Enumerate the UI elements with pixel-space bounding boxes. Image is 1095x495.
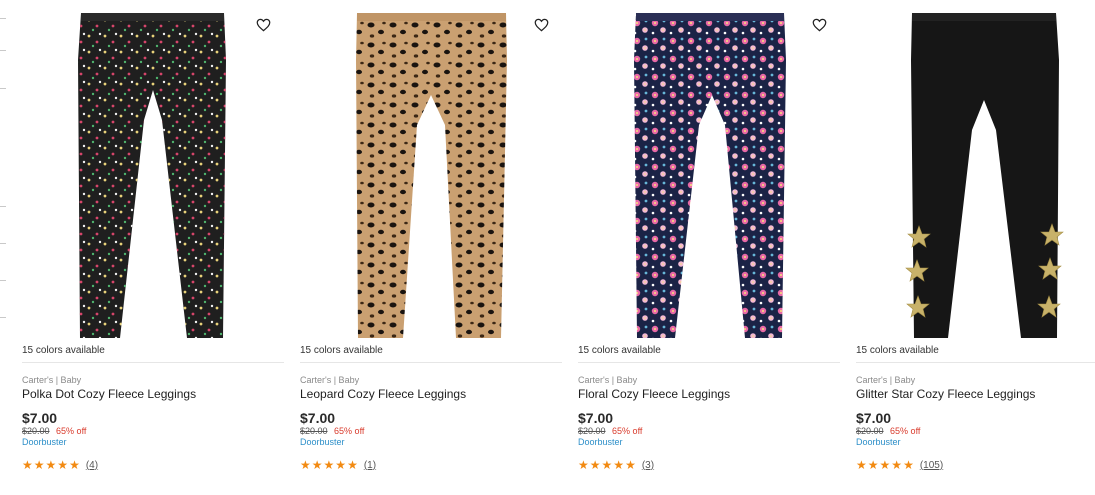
star-icon: ★ [22,458,33,472]
star-icon: ★ [891,458,903,472]
rating: ★ ★ ★ ★ ★ (3) [578,458,654,472]
rating: ★ ★ ★ ★ ★ (1) [300,458,376,472]
doorbuster-badge: Doorbuster [856,437,901,447]
product-image[interactable] [856,0,1095,343]
sale-price: $7.00 [578,410,614,426]
product-title-link[interactable]: Leopard Cozy Fleece Leggings [300,387,466,401]
doorbuster-badge: Doorbuster [22,437,67,447]
floral-leggings-image [634,13,786,338]
product-card[interactable]: 15 colors available Carter's | Baby Polk… [22,0,284,495]
colors-available: 15 colors available [578,345,661,356]
original-price: $20.00 [578,426,606,436]
star-icon: ★ [625,458,636,472]
doorbuster-badge: Doorbuster [300,437,345,447]
star-rating: ★ ★ ★ ★ ★ [578,458,636,472]
price-details: $20.00 65% off [856,426,920,436]
sale-price: $7.00 [300,410,336,426]
heart-outline-icon [812,18,827,32]
product-image[interactable] [22,0,284,343]
divider [578,362,840,363]
discount-label: 65% off [334,426,365,436]
star-icon: ★ [347,458,358,472]
star-icon: ★ [578,458,589,472]
star-icon: ★ [33,458,45,472]
rating: ★ ★ ★ ★ ★ (105) [856,458,943,472]
star-icon: ★ [57,458,69,472]
divider [22,362,284,363]
star-icon: ★ [311,458,323,472]
star-icon: ★ [867,458,879,472]
left-edge-scroll-markers [0,0,8,495]
star-icon: ★ [613,458,625,472]
colors-available: 15 colors available [22,345,105,356]
star-icon: ★ [601,458,613,472]
sale-price: $7.00 [22,410,58,426]
product-card[interactable]: 15 colors available Carter's | Baby Leop… [300,0,562,495]
discount-label: 65% off [612,426,643,436]
product-grid: 15 colors available Carter's | Baby Polk… [22,0,1095,495]
favorite-button[interactable] [256,18,278,40]
favorite-button[interactable] [534,18,556,40]
price-details: $20.00 65% off [578,426,642,436]
product-title-link[interactable]: Floral Cozy Fleece Leggings [578,387,730,401]
star-icon: ★ [45,458,57,472]
discount-label: 65% off [56,426,87,436]
product-title-link[interactable]: Glitter Star Cozy Fleece Leggings [856,387,1035,401]
product-image[interactable] [300,0,562,343]
doorbuster-badge: Doorbuster [578,437,623,447]
product-title-link[interactable]: Polka Dot Cozy Fleece Leggings [22,387,196,401]
star-icon: ★ [589,458,601,472]
divider [856,362,1095,363]
price-details: $20.00 65% off [22,426,86,436]
brand-label: Carter's | Baby [856,375,916,385]
rating: ★ ★ ★ ★ ★ (4) [22,458,98,472]
original-price: $20.00 [856,426,884,436]
star-icon: ★ [879,458,891,472]
colors-available: 15 colors available [856,345,939,356]
discount-label: 65% off [890,426,921,436]
star-icon: ★ [903,458,914,472]
original-price: $20.00 [22,426,50,436]
brand-label: Carter's | Baby [22,375,82,385]
review-count-link[interactable]: (3) [642,460,654,471]
star-rating: ★ ★ ★ ★ ★ [22,458,80,472]
product-card[interactable]: 15 colors available Carter's | Baby Flor… [578,0,840,495]
leopard-leggings-image [356,13,507,338]
sale-price: $7.00 [856,410,892,426]
star-icon: ★ [69,458,80,472]
review-count-link[interactable]: (1) [364,460,376,471]
star-icon: ★ [323,458,335,472]
star-icon: ★ [856,458,867,472]
product-image[interactable] [578,0,840,343]
star-rating: ★ ★ ★ ★ ★ [300,458,358,472]
star-rating: ★ ★ ★ ★ ★ [856,458,914,472]
star-icon: ★ [300,458,311,472]
original-price: $20.00 [300,426,328,436]
star-icon: ★ [335,458,347,472]
divider [300,362,562,363]
heart-outline-icon [256,18,271,32]
polka-dot-leggings-image [78,13,226,338]
heart-outline-icon [534,18,549,32]
brand-label: Carter's | Baby [578,375,638,385]
glitter-star-leggings-image [905,13,1064,338]
brand-label: Carter's | Baby [300,375,360,385]
product-card[interactable]: 15 colors available Carter's | Baby Glit… [856,0,1095,495]
favorite-button[interactable] [812,18,834,40]
review-count-link[interactable]: (4) [86,460,98,471]
review-count-link[interactable]: (105) [920,460,943,471]
colors-available: 15 colors available [300,345,383,356]
price-details: $20.00 65% off [300,426,364,436]
